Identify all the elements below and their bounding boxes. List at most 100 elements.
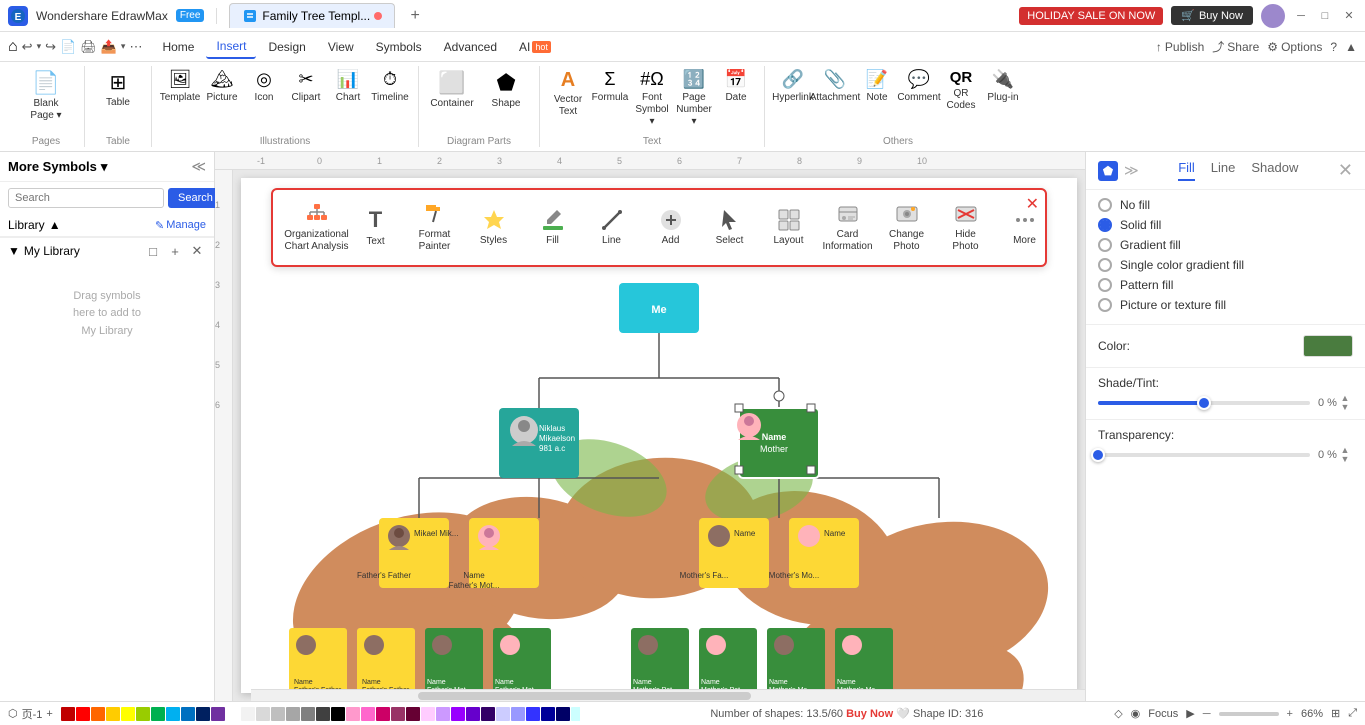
menu-ai[interactable]: AI hot xyxy=(509,36,561,58)
maximize-button[interactable]: □ xyxy=(1317,8,1333,24)
fullscreen-button[interactable]: ⤢ xyxy=(1348,707,1357,720)
add-tab-button[interactable]: + xyxy=(403,4,427,28)
solid-fill-radio[interactable] xyxy=(1098,218,1112,232)
color-palette-swatch[interactable] xyxy=(421,707,435,721)
color-palette-swatch[interactable] xyxy=(331,707,345,721)
color-palette-swatch[interactable] xyxy=(61,707,75,721)
plugin-button[interactable]: 🔌 Plug-in xyxy=(983,66,1023,107)
print-button[interactable]: 🖨 xyxy=(80,39,97,55)
note-button[interactable]: 📝 Note xyxy=(857,66,897,107)
menu-design[interactable]: Design xyxy=(258,36,315,58)
holiday-sale-button[interactable]: HOLIDAY SALE ON NOW xyxy=(1019,7,1163,25)
menu-advanced[interactable]: Advanced xyxy=(434,36,507,58)
my-library-close-button[interactable]: ✕ xyxy=(188,242,206,260)
date-button[interactable]: 📅 Date xyxy=(716,66,756,107)
color-palette-swatch[interactable] xyxy=(301,707,315,721)
play-icon[interactable]: ▶ xyxy=(1186,707,1194,720)
hide-photo-button[interactable]: Hide Photo xyxy=(938,198,993,257)
transparency-decrement[interactable]: ▼ xyxy=(1339,455,1351,463)
qr-codes-button[interactable]: QR QRCodes xyxy=(941,66,981,115)
shade-tint-stepper[interactable]: ▲ ▼ xyxy=(1339,394,1351,411)
color-palette-swatch[interactable] xyxy=(361,707,375,721)
font-symbol-button[interactable]: #Ω FontSymbol ▾ xyxy=(632,66,672,131)
change-photo-button[interactable]: ChangePhoto xyxy=(879,198,934,257)
search-input[interactable] xyxy=(8,188,164,208)
transparency-track[interactable] xyxy=(1098,453,1310,457)
hyperlink-button[interactable]: 🔗 Hyperlink xyxy=(773,66,813,107)
buy-now-button[interactable]: 🛒 Buy Now xyxy=(1171,6,1253,25)
manage-button[interactable]: ✎ Manage xyxy=(155,219,206,232)
fill-tool-button[interactable]: Fill xyxy=(525,204,580,251)
container-button[interactable]: ⬜ Container xyxy=(427,66,477,114)
page-button[interactable]: 📄 xyxy=(60,39,76,55)
color-palette-swatch[interactable] xyxy=(196,707,210,721)
color-palette-swatch[interactable] xyxy=(571,707,580,721)
panel-collapse-button[interactable]: ≪ xyxy=(191,158,206,175)
template-button[interactable]: 🖼 Template xyxy=(160,66,200,107)
color-palette-swatch[interactable] xyxy=(166,707,180,721)
color-palette-swatch[interactable] xyxy=(316,707,330,721)
color-palette-swatch[interactable] xyxy=(76,707,90,721)
shade-tint-decrement[interactable]: ▼ xyxy=(1339,403,1351,411)
color-palette-swatch[interactable] xyxy=(256,707,270,721)
zoom-slider[interactable] xyxy=(1219,712,1279,716)
chart-button[interactable]: 📊 Chart xyxy=(328,66,368,107)
right-panel-collapse[interactable]: ≫ xyxy=(1124,162,1139,179)
focus-label[interactable]: Focus xyxy=(1148,708,1178,720)
color-palette-swatch[interactable] xyxy=(91,707,105,721)
color-palette-swatch[interactable] xyxy=(541,707,555,721)
my-library-edit-button[interactable]: □ xyxy=(144,242,162,260)
color-palette-swatch[interactable] xyxy=(526,707,540,721)
color-palette-swatch[interactable] xyxy=(376,707,390,721)
export-arrow[interactable]: ▾ xyxy=(121,41,126,52)
add-tool-button[interactable]: Add xyxy=(643,204,698,251)
color-palette-swatch[interactable] xyxy=(496,707,510,721)
pattern-fill-option[interactable]: Pattern fill xyxy=(1098,278,1353,292)
add-page-button[interactable]: + xyxy=(46,708,52,720)
undo-arrow[interactable]: ▾ xyxy=(37,41,42,52)
horizontal-scrollbar[interactable] xyxy=(251,689,1085,701)
table-button[interactable]: ⊞ Table xyxy=(93,66,143,113)
color-palette-swatch[interactable] xyxy=(151,707,165,721)
canvas-content[interactable]: OrganizationalChart Analysis T Text xyxy=(233,170,1085,701)
menu-home[interactable]: Home xyxy=(152,36,204,58)
menu-view[interactable]: View xyxy=(318,36,364,58)
buy-now-status[interactable]: Buy Now xyxy=(846,708,893,720)
single-color-gradient-radio[interactable] xyxy=(1098,258,1112,272)
menu-symbols[interactable]: Symbols xyxy=(366,36,432,58)
solid-fill-option[interactable]: Solid fill xyxy=(1098,218,1353,232)
color-palette-swatch[interactable] xyxy=(451,707,465,721)
publish-button[interactable]: ↑ Publish xyxy=(1156,40,1204,54)
line-tool-button[interactable]: Line xyxy=(584,204,639,251)
share-button[interactable]: ⤴ Share xyxy=(1212,38,1259,55)
color-palette-swatch[interactable] xyxy=(136,707,150,721)
h-scroll-thumb[interactable] xyxy=(418,692,752,700)
minimize-button[interactable]: ─ xyxy=(1293,8,1309,24)
attachment-button[interactable]: 📎 Attachment xyxy=(815,66,855,107)
help-button[interactable]: ? xyxy=(1330,40,1337,54)
more-options-button[interactable]: More xyxy=(997,204,1052,251)
user-avatar[interactable] xyxy=(1261,4,1285,28)
styles-button[interactable]: Styles xyxy=(466,204,521,251)
color-palette-swatch[interactable] xyxy=(436,707,450,721)
org-chart-analysis-button[interactable]: OrganizationalChart Analysis xyxy=(289,198,344,257)
zoom-in-button[interactable]: + xyxy=(1287,708,1293,720)
color-swatch[interactable] xyxy=(1303,335,1353,357)
no-fill-option[interactable]: No fill xyxy=(1098,198,1353,212)
color-palette-swatch[interactable] xyxy=(466,707,480,721)
color-palette-swatch[interactable] xyxy=(241,707,255,721)
transparency-stepper[interactable]: ▲ ▼ xyxy=(1339,446,1351,463)
redo-button[interactable]: ↪ xyxy=(45,39,56,55)
page-number-button[interactable]: 🔢 PageNumber ▾ xyxy=(674,66,714,131)
tab-fill[interactable]: Fill xyxy=(1178,160,1195,181)
vector-text-button[interactable]: A VectorText xyxy=(548,66,588,121)
color-palette-swatch[interactable] xyxy=(211,707,225,721)
canvas-area[interactable]: -1 0 1 2 3 4 5 6 7 8 9 10 1 2 3 4 5 6 xyxy=(215,152,1085,701)
picture-texture-radio[interactable] xyxy=(1098,298,1112,312)
picture-button[interactable]: 🏔 Picture xyxy=(202,66,242,107)
transparency-increment[interactable]: ▲ xyxy=(1339,446,1351,454)
shade-tint-increment[interactable]: ▲ xyxy=(1339,394,1351,402)
icon-button[interactable]: ◎ Icon xyxy=(244,66,284,107)
active-tab[interactable]: Family Tree Templ... xyxy=(229,3,395,28)
page-canvas[interactable]: OrganizationalChart Analysis T Text xyxy=(241,178,1077,693)
